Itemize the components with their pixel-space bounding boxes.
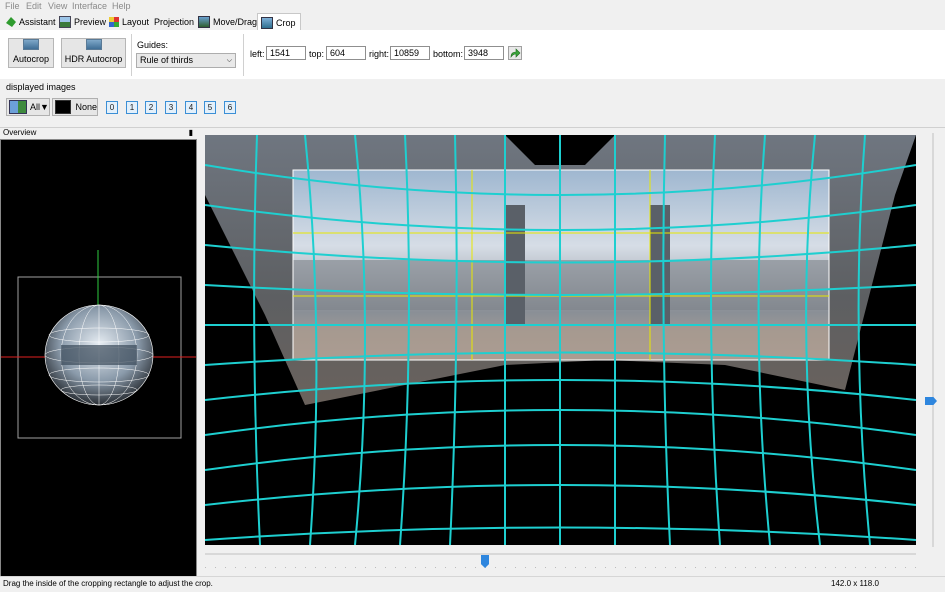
tab-crop[interactable]: Crop bbox=[257, 13, 301, 31]
assistant-icon bbox=[6, 17, 16, 27]
overview-sphere-view[interactable] bbox=[1, 140, 196, 576]
tab-label: Assistant bbox=[19, 17, 56, 27]
move-drag-icon bbox=[198, 16, 210, 28]
all-images-button[interactable]: All▼ bbox=[6, 98, 50, 116]
fov-horizontal-slider[interactable] bbox=[205, 549, 916, 571]
all-images-label: All▼ bbox=[30, 102, 49, 112]
hdr-autocrop-label: HDR Autocrop bbox=[64, 54, 123, 64]
fov-readout: 142.0 x 118.0 bbox=[831, 579, 879, 588]
image-toggle-6[interactable]: 6 bbox=[224, 101, 236, 114]
toolbar-separator bbox=[243, 34, 244, 76]
crop-preview-canvas[interactable] bbox=[205, 135, 916, 545]
toolbar-separator bbox=[131, 34, 132, 76]
apply-arrow-icon bbox=[510, 48, 521, 58]
left-input[interactable]: 1541 bbox=[266, 46, 306, 60]
status-bar: Drag the inside of the cropping rectangl… bbox=[0, 576, 945, 592]
image-toggle-1[interactable]: 1 bbox=[126, 101, 138, 114]
fov-vertical-slider[interactable] bbox=[924, 133, 942, 547]
tab-projection[interactable]: Projection bbox=[154, 14, 194, 30]
tab-layout[interactable]: Layout bbox=[109, 14, 149, 30]
image-toggle-0[interactable]: 0 bbox=[106, 101, 118, 114]
menu-interface[interactable]: Interface bbox=[72, 1, 107, 11]
displayed-images-title: displayed images bbox=[6, 82, 76, 92]
bottom-label: bottom: bbox=[433, 49, 464, 59]
overview-title: Overview bbox=[3, 128, 37, 137]
overview-panel[interactable] bbox=[0, 139, 197, 577]
autocrop-icon bbox=[23, 39, 39, 50]
tab-label: Move/Drag bbox=[213, 17, 258, 27]
menu-help[interactable]: Help bbox=[112, 1, 131, 11]
pin-icon[interactable]: ▮ bbox=[189, 128, 193, 137]
left-label: left: bbox=[250, 49, 265, 59]
vertical-slider-handle[interactable] bbox=[925, 397, 937, 405]
autocrop-label: Autocrop bbox=[12, 54, 50, 64]
no-images-icon bbox=[55, 100, 72, 114]
menu-view[interactable]: View bbox=[48, 1, 67, 11]
panorama-preview[interactable] bbox=[205, 135, 916, 545]
preview-icon bbox=[59, 16, 71, 28]
right-input[interactable]: 10859 bbox=[390, 46, 430, 60]
guides-value: Rule of thirds bbox=[140, 55, 194, 65]
overview-titlebar: Overview ▮ bbox=[0, 128, 199, 138]
image-toggle-3[interactable]: 3 bbox=[165, 101, 177, 114]
autocrop-button[interactable]: Autocrop bbox=[8, 38, 54, 68]
tab-label: Preview bbox=[74, 17, 107, 27]
image-toggle-4[interactable]: 4 bbox=[185, 101, 197, 114]
status-message: Drag the inside of the cropping rectangl… bbox=[3, 579, 213, 588]
all-images-icon bbox=[9, 100, 27, 114]
crop-icon bbox=[261, 16, 273, 29]
hdr-autocrop-button[interactable]: HDR Autocrop bbox=[61, 38, 126, 68]
tab-label: Projection bbox=[154, 17, 195, 27]
tab-preview[interactable]: Preview bbox=[59, 14, 106, 30]
crop-toolbar: Autocrop HDR Autocrop Guides: Rule of th… bbox=[0, 30, 945, 80]
top-label: top: bbox=[309, 49, 325, 59]
tab-move-drag[interactable]: Move/Drag bbox=[198, 14, 257, 30]
tab-label: Layout bbox=[122, 17, 150, 27]
menu-bar: File Edit View Interface Help bbox=[0, 0, 945, 12]
tab-label: Crop bbox=[276, 17, 296, 28]
tab-assistant[interactable]: Assistant bbox=[6, 14, 56, 30]
guides-label: Guides: bbox=[137, 40, 169, 50]
menu-file[interactable]: File bbox=[5, 1, 20, 11]
tab-bar: Assistant Preview Layout Projection Move… bbox=[0, 12, 945, 31]
hdr-autocrop-icon bbox=[85, 39, 102, 50]
image-toggle-2[interactable]: 2 bbox=[145, 101, 157, 114]
apply-crop-button[interactable] bbox=[508, 46, 522, 60]
chevron-down-icon: ⌵ bbox=[226, 57, 232, 64]
top-input[interactable]: 604 bbox=[326, 46, 366, 60]
layout-icon bbox=[109, 17, 119, 27]
right-label: right: bbox=[369, 49, 390, 59]
no-images-label: None bbox=[75, 102, 97, 112]
image-toggle-5[interactable]: 5 bbox=[204, 101, 216, 114]
menu-edit[interactable]: Edit bbox=[26, 1, 42, 11]
guides-select[interactable]: Rule of thirds ⌵ bbox=[136, 53, 236, 68]
displayed-images-panel: displayed images All▼ None 0 1 2 3 4 5 6 bbox=[0, 79, 945, 128]
no-images-button[interactable]: None bbox=[52, 98, 98, 116]
bottom-input[interactable]: 3948 bbox=[464, 46, 504, 60]
